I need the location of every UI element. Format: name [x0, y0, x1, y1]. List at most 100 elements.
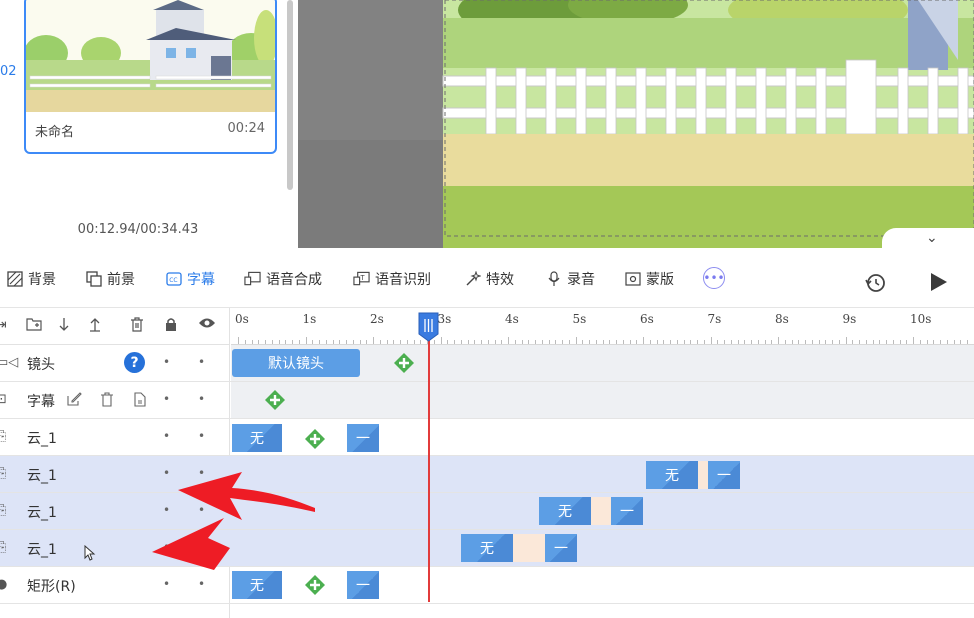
play-icon[interactable]	[928, 270, 950, 294]
add-clip-icon[interactable]	[304, 428, 326, 450]
subtitle-icon: CC	[165, 271, 182, 288]
eye-icon[interactable]	[198, 317, 216, 333]
add-folder-icon[interactable]	[26, 317, 42, 335]
move-down-icon[interactable]	[58, 317, 70, 336]
tool-effects[interactable]: 特效	[464, 268, 514, 290]
ruler-tick	[926, 340, 928, 344]
tool-foreground[interactable]: 前景	[85, 268, 135, 290]
import-icon[interactable]: ⇥	[0, 317, 7, 333]
tool-speech-synthesis[interactable]: 语音合成	[244, 268, 322, 290]
svg-text:CC: CC	[169, 277, 177, 284]
clip-exit[interactable]: 一	[347, 424, 379, 452]
time-ruler[interactable]: 0s1s2s3s4s5s6s7s8s9s10s11	[231, 308, 974, 345]
add-clip-icon[interactable]	[393, 352, 415, 374]
ruler-tick-label: 0s	[235, 312, 249, 326]
ruler-tick	[575, 337, 577, 344]
tool-subtitle-label: 字幕	[187, 272, 215, 288]
edit-icon[interactable]	[67, 392, 82, 410]
ruler-tick	[238, 337, 239, 344]
tool-foreground-label: 前景	[107, 272, 135, 288]
ruler-tick	[663, 340, 665, 344]
scene-card[interactable]: 未命名 00:24	[24, 0, 277, 154]
ruler-tick-label: 8s	[775, 312, 789, 326]
history-icon[interactable]	[864, 270, 888, 294]
ruler-tick	[670, 340, 671, 344]
clip-exit[interactable]: 一	[708, 461, 740, 489]
move-up-icon[interactable]	[89, 317, 101, 336]
clip-enter-none[interactable]: 无	[232, 424, 282, 452]
playhead-handle[interactable]	[418, 312, 439, 342]
ruler-tick	[447, 340, 449, 344]
playhead-line	[428, 330, 430, 602]
tool-mask-label: 蒙版	[646, 272, 674, 288]
tool-mask[interactable]: 蒙版	[624, 268, 674, 290]
tool-background[interactable]: 背景	[6, 268, 56, 290]
ruler-tick	[913, 337, 914, 344]
ruler-tick	[771, 340, 773, 344]
ruler-tick	[278, 340, 280, 344]
scene-list-scrollbar[interactable]	[287, 0, 293, 190]
more-icon[interactable]: •••	[703, 267, 725, 289]
tool-speech-recognition[interactable]: T 语音识别	[353, 268, 431, 290]
visibility-dot[interactable]: •	[198, 429, 205, 443]
ruler-tick-label: 1s	[302, 312, 317, 326]
lock-dot[interactable]: •	[163, 429, 170, 443]
collapse-tab[interactable]: ⌄	[882, 228, 974, 250]
element-icon: ⎘	[0, 503, 7, 518]
clip-enter-none[interactable]: 无	[461, 534, 513, 562]
speech-synthesis-icon	[244, 271, 261, 288]
ruler-tick	[312, 340, 314, 344]
ruler-tick	[508, 337, 509, 344]
track-area[interactable]	[231, 382, 974, 418]
clip-exit[interactable]: 一	[611, 497, 643, 525]
ruler-tick	[649, 340, 651, 344]
delete-icon[interactable]	[100, 392, 114, 411]
track-row-camera: ▭◁ 镜头 ? • •	[0, 345, 974, 382]
element-icon: ⎘	[0, 429, 7, 444]
ruler-tick	[481, 340, 482, 344]
ruler-tick	[730, 340, 732, 344]
clip-exit[interactable]: 一	[545, 534, 577, 562]
lock-dot[interactable]: •	[163, 577, 170, 591]
visibility-dot[interactable]: •	[198, 392, 205, 406]
clip-exit[interactable]: 一	[347, 571, 379, 599]
track-label: 云_1	[27, 505, 57, 521]
ruler-tick	[845, 337, 847, 344]
track-row-element: ⎘ 云_1 • •	[0, 456, 974, 493]
help-icon[interactable]: ?	[124, 352, 145, 373]
ruler-tick	[879, 340, 881, 344]
ruler-tick	[366, 340, 368, 344]
ruler-tick	[933, 340, 935, 344]
ruler-tick	[535, 340, 536, 344]
lock-icon[interactable]	[165, 317, 177, 335]
lock-dot[interactable]: •	[163, 355, 170, 369]
ruler-tick	[292, 340, 293, 344]
ruler-tick	[474, 340, 476, 344]
ruler-tick	[528, 340, 530, 344]
delete-icon[interactable]	[130, 317, 144, 336]
ruler-tick	[582, 340, 584, 344]
ruler-tick-label: 2s	[370, 312, 384, 326]
clip-enter-none[interactable]: 无	[646, 461, 698, 489]
ruler-tick	[751, 340, 752, 344]
ruler-tick	[494, 340, 496, 344]
ruler-tick	[832, 340, 833, 344]
add-clip-icon[interactable]	[264, 389, 286, 411]
visibility-dot[interactable]: •	[198, 577, 205, 591]
ruler-tick	[960, 340, 962, 344]
mask-icon	[624, 271, 641, 288]
clip-enter-none[interactable]: 无	[539, 497, 591, 525]
clip-default-camera[interactable]: 默认镜头	[232, 349, 360, 377]
scene-name: 未命名	[35, 125, 75, 140]
lock-dot[interactable]: •	[163, 392, 170, 406]
visibility-dot[interactable]: •	[198, 355, 205, 369]
add-clip-icon[interactable]	[304, 574, 326, 596]
ruler-tick	[683, 340, 685, 344]
tool-subtitle[interactable]: CC 字幕	[165, 268, 215, 290]
ruler-tick	[919, 340, 921, 344]
export-icon[interactable]	[133, 392, 147, 411]
canvas-preview[interactable]	[298, 0, 974, 248]
subtitle-track-icon: ⊡	[0, 392, 7, 407]
tool-record[interactable]: 录音	[545, 268, 595, 290]
ruler-tick-label: 5s	[572, 312, 587, 326]
